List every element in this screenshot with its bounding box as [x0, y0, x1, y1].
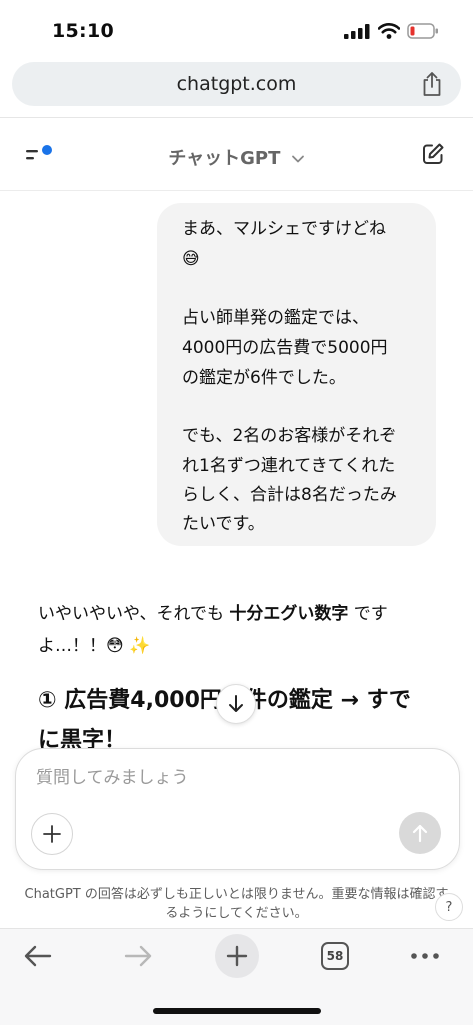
more-dots — [411, 953, 439, 959]
plus-icon — [43, 825, 61, 843]
model-selector[interactable]: チャットGPT — [0, 144, 473, 170]
assistant-text: です — [348, 604, 388, 624]
user-message-line: らしく、合計は8名だったみ — [182, 485, 397, 505]
attach-button[interactable] — [31, 813, 73, 855]
user-message-line: でも、2名のお客様がそれぞ — [182, 426, 397, 446]
disclaimer-text: ChatGPT の回答は必ずしも正しいとは限りません。重要な情報は確認す — [24, 887, 449, 902]
assistant-bold-text: 十分エグい数字 — [229, 604, 349, 624]
user-message-line: まあ、マルシェですけどね — [182, 219, 386, 239]
wifi-icon — [378, 23, 400, 39]
assistant-message-line: よ…！！😳 ✨ — [38, 636, 151, 656]
arrow-down-icon — [229, 695, 243, 712]
assistant-message-line: いやいやいや、それでも 十分エグい数字 です — [38, 600, 388, 628]
home-indicator — [153, 1008, 321, 1014]
user-message-line: れ1名ずつ連れてきてくれた — [182, 456, 396, 476]
user-message-line: の鑑定が6件でした。 — [182, 368, 346, 388]
plus-icon — [226, 945, 248, 967]
scroll-to-bottom-button[interactable] — [216, 684, 256, 724]
chevron-down-icon — [291, 155, 304, 163]
share-icon[interactable] — [421, 71, 443, 97]
forward-icon[interactable] — [122, 942, 154, 970]
message-input[interactable] — [36, 765, 396, 791]
disclaimer-text: るようにしてください。 — [165, 906, 308, 921]
new-tab-button[interactable] — [215, 934, 259, 978]
edit-icon[interactable] — [421, 142, 445, 166]
user-message-line: 占い師単発の鑑定では、 — [182, 308, 369, 328]
battery-icon — [407, 23, 438, 39]
user-message-line: たいです。 — [182, 514, 265, 534]
status-time: 15:10 — [52, 20, 114, 42]
model-title-label: チャットGPT — [168, 148, 281, 169]
user-message-line: 4000円の広告費で5000円 — [182, 338, 388, 358]
signal-icon — [344, 24, 370, 39]
divider — [0, 190, 473, 191]
divider — [0, 117, 473, 118]
user-message-line: 😅 — [182, 249, 200, 269]
back-icon[interactable] — [22, 942, 54, 970]
assistant-text: いやいやいや、それでも — [38, 604, 230, 624]
send-button[interactable] — [399, 812, 441, 854]
help-button[interactable]: ? — [435, 893, 463, 921]
tabs-icon[interactable]: 58 — [321, 942, 349, 970]
more-icon[interactable] — [409, 946, 441, 966]
arrow-up-icon — [412, 824, 428, 843]
address-bar-url[interactable]: chatgpt.com — [0, 73, 473, 95]
